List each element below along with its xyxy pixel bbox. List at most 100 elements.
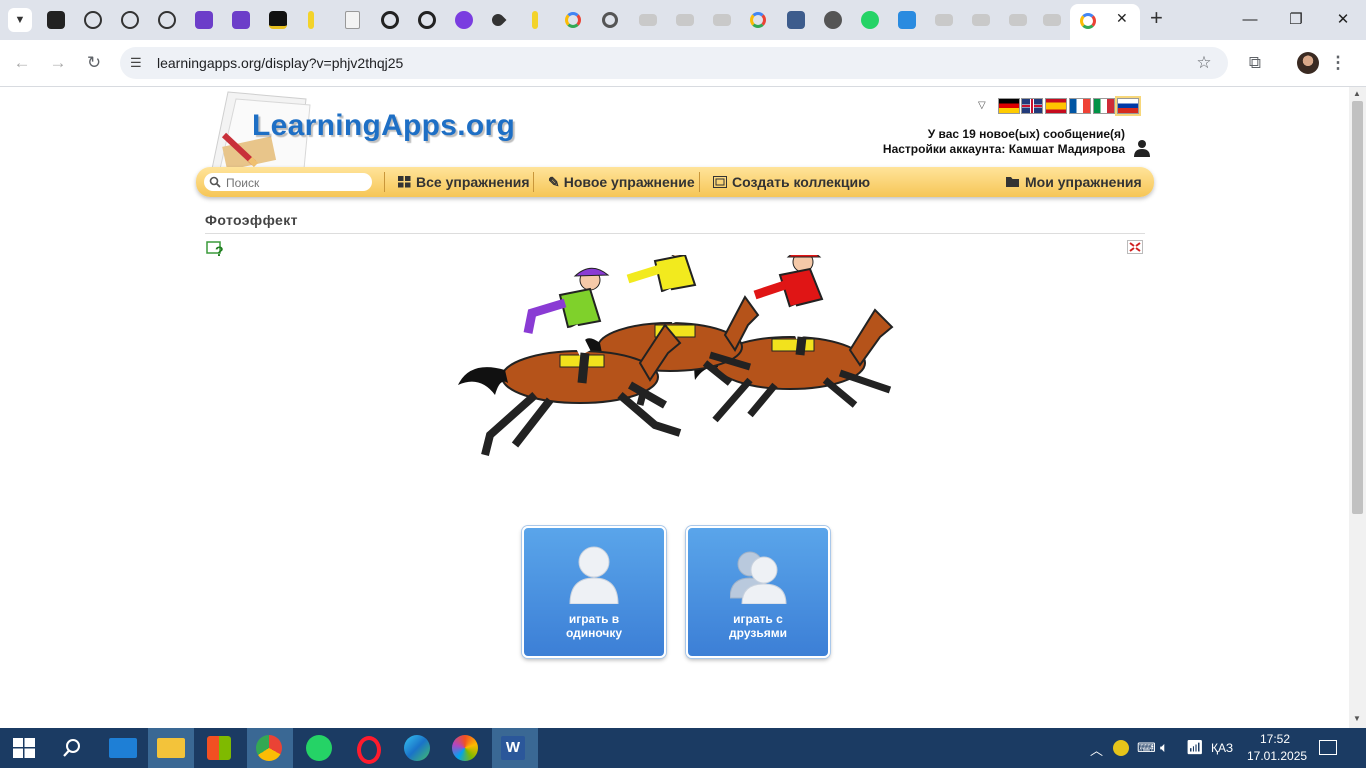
tab-bolt-icon[interactable] <box>308 11 314 29</box>
reload-icon[interactable]: ↻ <box>82 51 106 75</box>
tab-document-icon[interactable] <box>345 11 360 29</box>
menu-my-exercises[interactable]: Мои упражнения <box>1006 167 1142 197</box>
collection-icon <box>713 176 727 188</box>
scroll-up-arrow[interactable]: ▲ <box>1353 89 1361 98</box>
forward-icon[interactable]: → <box>46 51 70 75</box>
tab-slides-icon[interactable] <box>972 14 990 26</box>
flag-italian-icon[interactable] <box>1093 98 1115 114</box>
tab-slides-icon[interactable] <box>935 14 953 26</box>
tab-video-icon[interactable] <box>195 11 213 29</box>
tab-whatsapp-icon[interactable] <box>861 11 879 29</box>
tab-google-icon <box>1080 13 1096 29</box>
tab-chatgpt-icon[interactable] <box>158 11 176 29</box>
tab-video-icon[interactable] <box>232 11 250 29</box>
menu-new-exercise[interactable]: ✎ Новое упражнение <box>548 167 695 197</box>
horse-race-illustration <box>458 255 894 456</box>
play-with-friends-button[interactable]: играть с друзьями <box>686 526 830 658</box>
clock-date[interactable]: 17.01.2025 <box>1247 749 1307 763</box>
store-icon[interactable] <box>207 736 231 760</box>
tray-app-icon[interactable] <box>1113 740 1129 756</box>
logo-text[interactable]: LearningApps.org <box>252 109 515 143</box>
profile-avatar[interactable] <box>1297 52 1319 74</box>
tab-chatgpt-icon[interactable] <box>121 11 139 29</box>
whatsapp-icon[interactable] <box>306 735 332 761</box>
back-icon[interactable]: ← <box>10 51 34 75</box>
browser-tab-strip: ▼ ✕ + — ❐ ✕ <box>0 0 1366 40</box>
photos-icon[interactable] <box>452 735 478 761</box>
menu-all-exercises[interactable]: Все упражнения <box>398 167 530 197</box>
account-settings-link[interactable]: Настройки аккаунта: Камшат Мадиярова <box>883 142 1125 156</box>
file-explorer-icon[interactable] <box>157 738 185 758</box>
menu-divider <box>533 172 534 192</box>
word-icon[interactable]: W <box>501 736 525 760</box>
page-scrollbar[interactable]: ▲ ▼ <box>1349 87 1366 728</box>
help-icon[interactable]: ? <box>206 239 224 259</box>
flag-spanish-icon[interactable] <box>1045 98 1067 114</box>
user-account-icon[interactable] <box>1133 139 1151 157</box>
search-icon <box>209 176 221 188</box>
menu-create-collection[interactable]: Создать коллекцию <box>713 167 870 197</box>
tab-m-icon[interactable] <box>455 11 473 29</box>
url-text[interactable]: learningapps.org/display?v=phjv2thqj25 <box>157 55 403 71</box>
tab-google-icon[interactable] <box>750 12 766 28</box>
windows-start-icon[interactable] <box>13 738 35 758</box>
messages-link[interactable]: У вас 19 новое(ых) сообщение(я) <box>928 127 1125 141</box>
tab-chatgpt-icon[interactable] <box>84 11 102 29</box>
flag-russian-icon[interactable] <box>1117 98 1139 114</box>
menu-my-exercises-label: Мои упражнения <box>1025 174 1142 190</box>
language-dropdown-icon[interactable]: ▽ <box>978 100 986 111</box>
mail-icon[interactable] <box>109 738 137 758</box>
extensions-icon[interactable]: ⧉ <box>1243 51 1267 75</box>
tab-globe-icon[interactable] <box>824 11 842 29</box>
fullscreen-icon[interactable] <box>1127 240 1143 254</box>
tab-chatgpt-icon[interactable] <box>47 11 65 29</box>
tab-slides-icon[interactable] <box>676 14 694 26</box>
minimize-button[interactable]: — <box>1237 8 1263 32</box>
tab-circle-icon[interactable] <box>418 11 436 29</box>
tab-books-icon[interactable] <box>787 11 805 29</box>
chrome-icon[interactable] <box>256 735 282 761</box>
search-input[interactable] <box>224 174 368 192</box>
tray-chevron-icon[interactable]: ︿ <box>1090 740 1103 759</box>
tab-slides-icon[interactable] <box>1043 14 1061 26</box>
volume-icon[interactable]: 🔈︎ <box>1160 739 1168 756</box>
close-button[interactable]: ✕ <box>1330 8 1356 32</box>
star-icon[interactable]: ☆ <box>1192 51 1216 75</box>
tab-chrome-icon[interactable] <box>602 12 618 28</box>
flag-english-icon[interactable] <box>1021 98 1043 114</box>
flag-german-icon[interactable] <box>998 98 1020 114</box>
menu-all-exercises-label: Все упражнения <box>416 174 530 190</box>
play-alone-button[interactable]: играть в одиночку <box>522 526 666 658</box>
opera-icon[interactable] <box>357 736 381 764</box>
clock-time[interactable]: 17:52 <box>1260 732 1290 746</box>
new-tab-button[interactable]: + <box>1150 5 1163 31</box>
active-tab[interactable]: ✕ <box>1070 4 1140 40</box>
tab-bolt-icon[interactable] <box>532 11 538 29</box>
tab-slides-icon[interactable] <box>713 14 731 26</box>
edge-icon[interactable] <box>404 735 430 761</box>
flag-french-icon[interactable] <box>1069 98 1091 114</box>
tab-google-icon[interactable] <box>565 12 581 28</box>
menu-new-exercise-label: Новое упражнение <box>563 174 695 190</box>
tab-slides-icon[interactable] <box>1009 14 1027 26</box>
search-box[interactable] <box>204 173 372 192</box>
tab-close-icon[interactable]: ✕ <box>1116 10 1128 27</box>
tab-pmet-icon[interactable] <box>269 11 287 29</box>
scroll-down-arrow[interactable]: ▼ <box>1353 714 1361 723</box>
restore-button[interactable]: ❐ <box>1283 8 1309 32</box>
tab-rocket-icon[interactable] <box>489 11 507 29</box>
scroll-thumb[interactable] <box>1352 101 1363 514</box>
folder-icon <box>1006 177 1019 187</box>
search-icon[interactable] <box>62 738 82 758</box>
tray-input-icon[interactable]: ⌨ <box>1137 740 1156 756</box>
keyboard-language[interactable]: ҚАЗ <box>1211 741 1233 755</box>
tab-slides-icon[interactable] <box>639 14 657 26</box>
browser-menu-icon[interactable]: ⋮ <box>1326 51 1350 75</box>
notifications-icon[interactable] <box>1319 740 1337 755</box>
tab-menu-icon[interactable]: ▼ <box>8 8 32 32</box>
site-info-icon[interactable]: ☰ <box>130 55 142 71</box>
address-bar[interactable]: ☰ learningapps.org/display?v=phjv2thqj25 <box>120 47 1228 79</box>
tab-circle-icon[interactable] <box>381 11 399 29</box>
network-icon[interactable]: 📶︎ <box>1186 739 1204 756</box>
tab-grid-icon[interactable] <box>898 11 916 29</box>
